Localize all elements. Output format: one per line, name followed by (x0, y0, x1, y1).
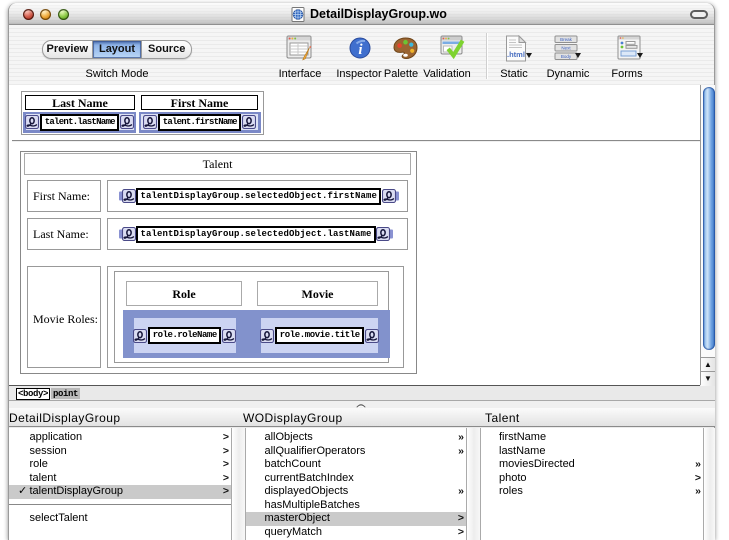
svg-text:.html: .html (507, 50, 525, 59)
svg-text:Body: Body (561, 54, 572, 59)
svg-text:Break: Break (560, 37, 573, 42)
svg-text:Next: Next (561, 46, 571, 51)
